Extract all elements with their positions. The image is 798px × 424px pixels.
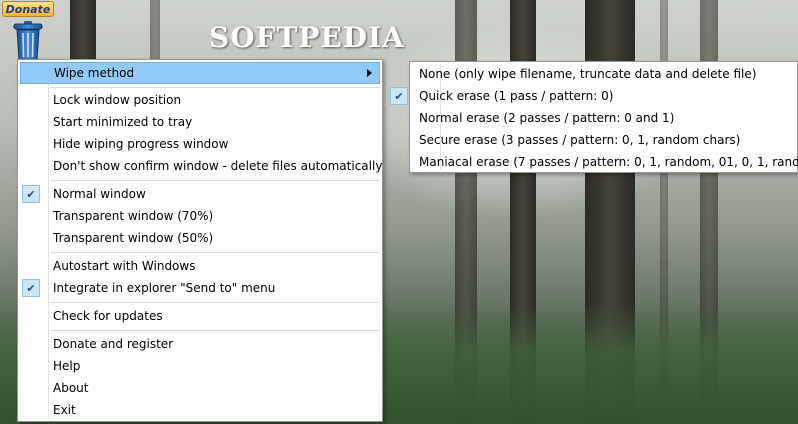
submenu-item-secure-erase[interactable]: Secure erase (3 passes / pattern: 0, 1, … [412,129,795,151]
menu-item-label: Lock window position [53,93,182,107]
submenu-item-quick-erase[interactable]: ✔ Quick erase (1 pass / pattern: 0) [390,85,795,107]
menu-item-label: Quick erase (1 pass / pattern: 0) [419,89,614,103]
menu-item-label: Transparent window (50%) [53,231,214,245]
checkmark-icon: ✔ [390,87,408,105]
submenu-arrow-icon [367,69,372,77]
submenu-item-normal-erase[interactable]: Normal erase (2 passes / pattern: 0 and … [412,107,795,129]
menu-separator [50,330,380,331]
menu-item-hide-progress-window[interactable]: Hide wiping progress window [20,133,380,155]
checkmark-icon: ✔ [22,185,40,203]
menu-item-send-to-integration[interactable]: ✔ Integrate in explorer "Send to" menu [20,277,380,299]
menu-item-no-confirm-window[interactable]: Don't show confirm window - delete files… [20,155,383,177]
menu-item-wipe-method[interactable]: Wipe method [20,62,380,84]
submenu-item-none[interactable]: None (only wipe filename, truncate data … [412,63,795,85]
menu-item-label: Hide wiping progress window [53,137,229,151]
menu-item-donate-register[interactable]: Donate and register [20,333,380,355]
menu-separator [50,180,380,181]
menu-item-lock-window-position[interactable]: Lock window position [20,89,380,111]
menu-item-label: Donate and register [53,337,174,351]
wipe-method-submenu: None (only wipe filename, truncate data … [390,61,798,173]
menu-item-start-minimized[interactable]: Start minimized to tray [20,111,380,133]
menu-separator [50,87,380,88]
menu-separator [50,302,380,303]
menu-item-label: Secure erase (3 passes / pattern: 0, 1, … [419,133,741,147]
menu-separator [50,252,380,253]
menu-item-label: Wipe method [54,66,135,80]
menu-item-help[interactable]: Help [20,355,380,377]
menu-item-transparent-50[interactable]: Transparent window (50%) [20,227,380,249]
menu-item-label: None (only wipe filename, truncate data … [419,67,757,81]
menu-item-label: Check for updates [53,309,163,323]
menu-item-label: Normal erase (2 passes / pattern: 0 and … [419,111,675,125]
menu-item-autostart[interactable]: Autostart with Windows [20,255,380,277]
menu-item-label: Integrate in explorer "Send to" menu [53,281,276,295]
menu-item-label: Normal window [53,187,146,201]
submenu-item-maniacal-erase[interactable]: Maniacal erase (7 passes / pattern: 0, 1… [412,151,798,173]
menu-item-check-updates[interactable]: Check for updates [20,305,380,327]
menu-item-label: Start minimized to tray [53,115,193,129]
menu-item-label: Maniacal erase (7 passes / pattern: 0, 1… [419,155,798,169]
context-menu: Wipe method Lock window position Start m… [17,59,383,422]
menu-item-label: Help [53,359,81,373]
menu-item-normal-window[interactable]: ✔ Normal window [20,183,380,205]
menu-item-transparent-70[interactable]: Transparent window (70%) [20,205,380,227]
donate-button[interactable]: Donate [2,1,54,17]
menu-item-label: Exit [53,403,76,417]
watermark: SOFTPEDIA [209,21,405,54]
menu-item-about[interactable]: About [20,377,380,399]
menu-item-label: Don't show confirm window - delete files… [53,159,383,173]
menu-item-label: Autostart with Windows [53,259,196,273]
trash-can-icon[interactable] [12,20,44,62]
menu-item-label: Transparent window (70%) [53,209,214,223]
menu-item-label: About [53,381,89,395]
menu-item-exit[interactable]: Exit [20,399,380,421]
checkmark-icon: ✔ [22,279,40,297]
